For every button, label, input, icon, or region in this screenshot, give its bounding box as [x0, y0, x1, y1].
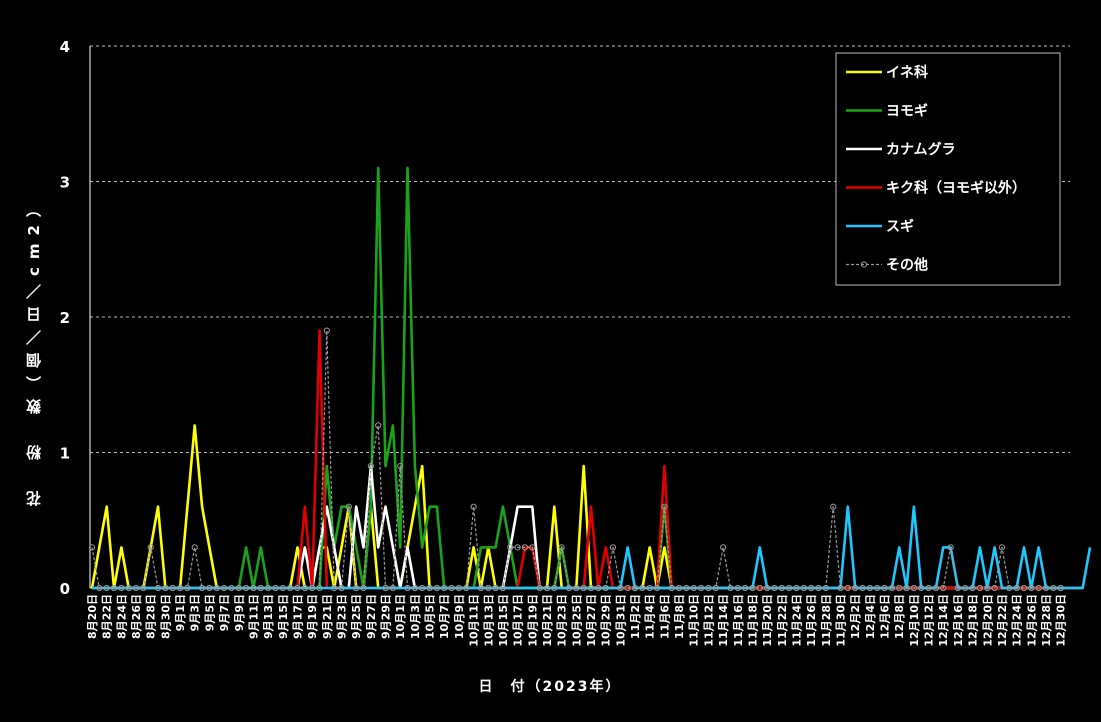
x-tick-label: 11月18日 [746, 594, 759, 647]
x-tick-label: 10月19日 [526, 594, 539, 647]
x-tick-label: 9月21日 [321, 594, 334, 639]
x-tick-label: 9月25日 [350, 594, 363, 639]
x-tick-label: 9月23日 [336, 594, 349, 639]
y-tick-label: 2 [60, 309, 70, 327]
x-tick-label: 10月31日 [614, 594, 627, 647]
x-tick-label: 12月28日 [1040, 594, 1053, 647]
series-line [91, 330, 1061, 589]
x-tick-label: 9月9日 [233, 594, 246, 631]
y-tick-label: 1 [60, 445, 70, 463]
x-tick-label: 9月15日 [277, 594, 290, 639]
x-tick-label: 12月6日 [879, 594, 892, 639]
x-tick-label: 9月13日 [262, 594, 275, 639]
x-tick-label: 11月30日 [835, 594, 848, 647]
x-tick-label: 12月14日 [937, 594, 950, 647]
x-tick-label: 8月22日 [101, 594, 114, 639]
x-tick-label: 11月6日 [658, 594, 671, 639]
x-tick-label: 8月20日 [86, 594, 99, 639]
x-tick-label: 10月3日 [409, 594, 422, 639]
x-tick-label: 9月1日 [174, 594, 187, 631]
x-tick-label: 8月30日 [159, 594, 172, 639]
x-tick-label: 10月25日 [570, 594, 583, 647]
x-tick-label: 12月12日 [923, 594, 936, 647]
x-tick-label: 9月19日 [306, 594, 319, 639]
legend-label: キク科（ヨモギ以外） [886, 180, 1026, 197]
series-line [90, 424, 1076, 590]
y-tick-label: 0 [60, 580, 70, 598]
legend-label: スギ [886, 218, 914, 235]
x-tick-label: 10月5日 [424, 594, 437, 639]
x-tick-label: 11月14日 [717, 594, 730, 647]
x-tick-label: 12月24日 [1011, 594, 1024, 647]
x-tick-label: 12月16日 [952, 594, 965, 647]
x-tick-label: 12月22日 [996, 594, 1009, 647]
x-tick-label: 11月12日 [702, 594, 715, 647]
x-tick-label: 9月7日 [218, 594, 231, 631]
x-tick-label: 11月24日 [790, 594, 803, 647]
x-tick-label: 9月11日 [247, 594, 260, 639]
chart-svg: 0 1 2 3 4 8月20日 8月22日 8月24日 8月26日 8月28日 8月30日 9月1日… [60, 38, 1092, 647]
legend-label: その他 [886, 257, 928, 274]
x-tick-label: 12月2日 [849, 594, 862, 639]
x-axis-label: 日 付（2023年） [478, 679, 622, 695]
x-tick-label: 11月20日 [761, 594, 774, 647]
x-tick-label: 10月23日 [556, 594, 569, 647]
x-tick-label: 10月27日 [585, 594, 598, 647]
x-tick-label: 8月26日 [130, 594, 143, 639]
x-tick-label: 11月16日 [732, 594, 745, 647]
x-tick-label: 12月4日 [864, 594, 877, 639]
x-tick-label: 8月28日 [145, 594, 158, 639]
x-tick-label: 11月22日 [776, 594, 789, 647]
x-tick-label: 9月27日 [365, 594, 378, 639]
x-tick-label: 11月10日 [688, 594, 701, 647]
x-tick-label: 10月9日 [453, 594, 466, 639]
y-tick-label: 3 [60, 174, 70, 192]
x-tick-label: 10月13日 [482, 594, 495, 647]
x-tick-label: 11月8日 [673, 594, 686, 639]
legend-label: ヨモギ [886, 103, 928, 120]
x-tick-label: 10月11日 [468, 594, 481, 647]
x-tick-label: 10月21日 [541, 594, 554, 647]
y-axis-label: 花 粉 数（個／日／cm2） [24, 194, 43, 506]
x-tick-label: 9月3日 [189, 594, 202, 631]
series-line [92, 329, 1083, 590]
x-tick-label: 12月8日 [893, 594, 906, 639]
x-tick-label: 12月26日 [1025, 594, 1038, 647]
x-tick-label: 10月15日 [497, 594, 510, 647]
legend-box [835, 52, 1061, 286]
legend-label: イネ科 [886, 64, 928, 81]
x-tick-label: 10月29日 [600, 594, 613, 647]
x-tick-label: 10月17日 [512, 594, 525, 647]
x-tick-label: 12月10日 [908, 594, 921, 647]
x-tick-label: 9月17日 [291, 594, 304, 639]
x-tick-label: 11月2日 [629, 594, 642, 639]
x-tick-label: 10月1日 [394, 594, 407, 639]
x-tick-label: 9月5日 [203, 594, 216, 631]
x-tick-label: 11月4日 [644, 594, 657, 639]
pollen-chart: 0 1 2 3 4 8月20日 8月22日 8月24日 8月26日 8月28日 8月30日 9月1日… [0, 0, 1101, 718]
x-tick-label: 10月7日 [438, 594, 451, 639]
x-tick-label: 11月28日 [820, 594, 833, 647]
x-tick-label: 11月26日 [805, 594, 818, 647]
x-tick-label: 8月24日 [115, 594, 128, 639]
x-tick-label: 12月20日 [981, 594, 994, 647]
x-tick-label: 9月29日 [380, 594, 393, 639]
legend-label: カナムグラ [886, 141, 956, 158]
x-tick-label: 12月30日 [1055, 594, 1068, 647]
x-tick-label: 12月18日 [967, 594, 980, 647]
y-tick-label: 4 [60, 38, 70, 56]
